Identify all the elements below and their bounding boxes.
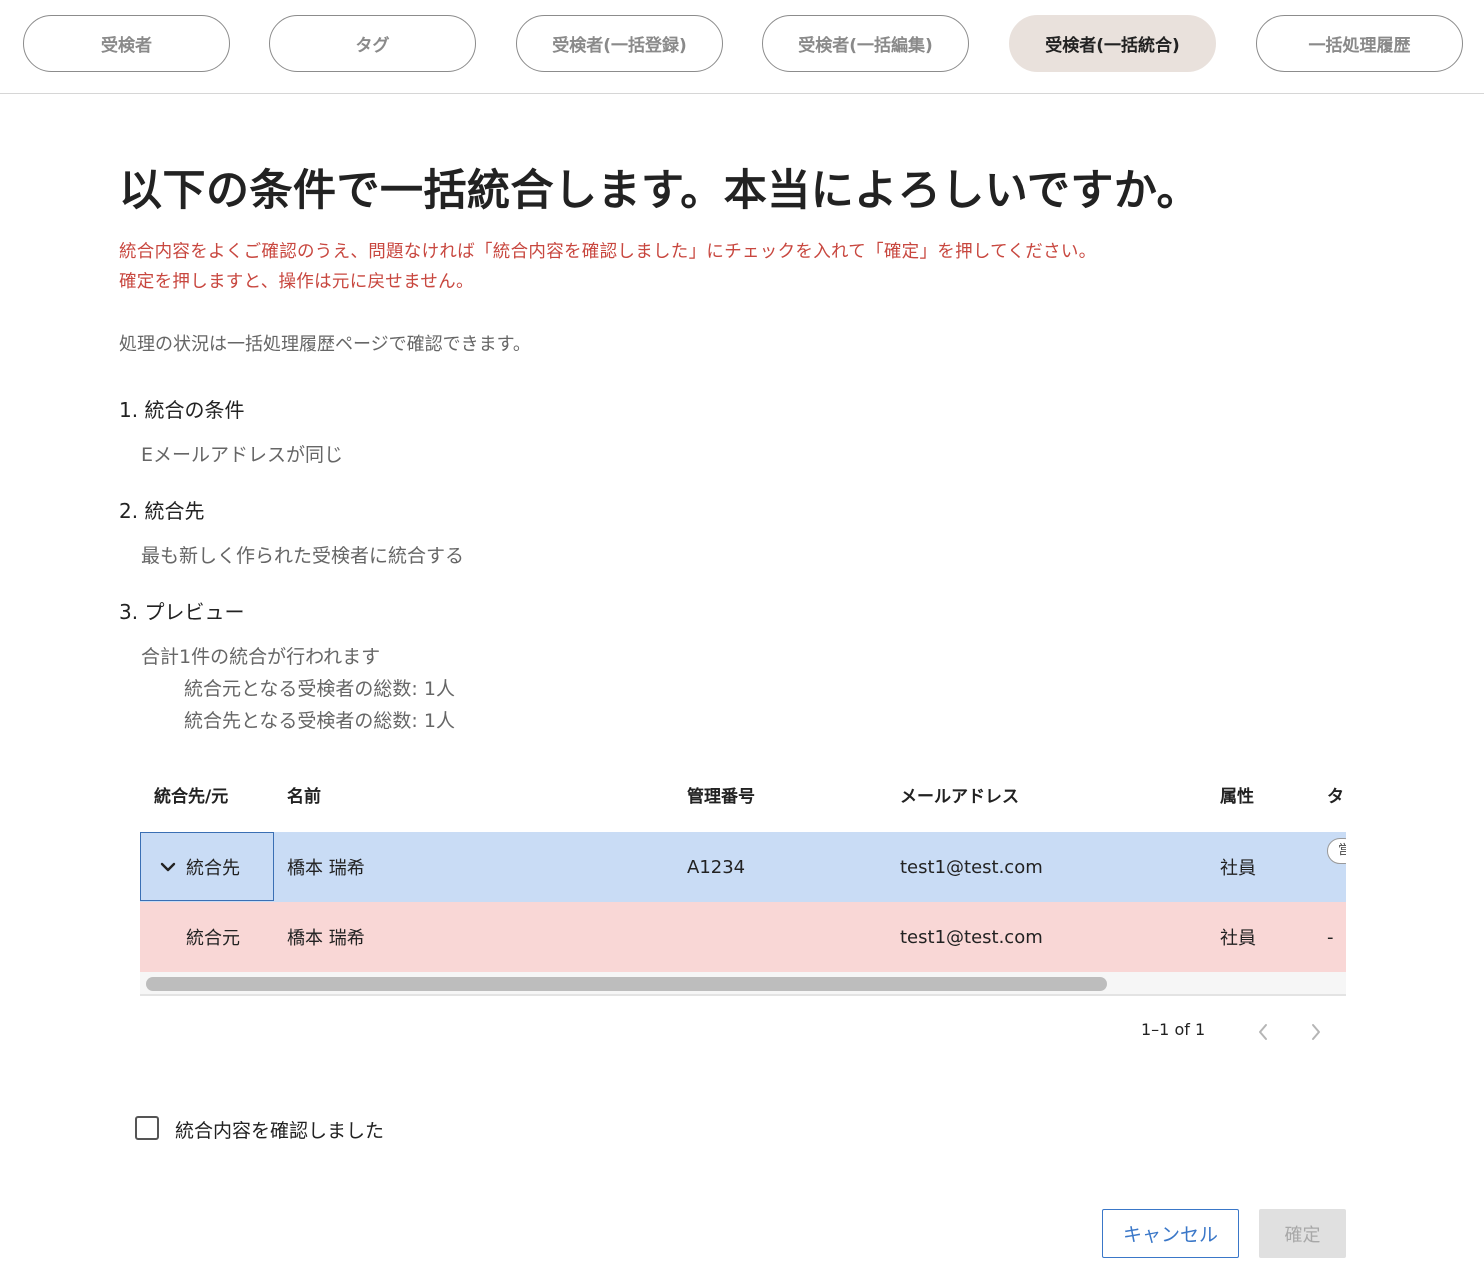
cell-role: 統合先 <box>186 858 240 879</box>
cell-email: test1@test.com <box>900 926 1043 948</box>
cell-tag: - <box>1327 926 1334 948</box>
confirm-checkbox-label[interactable]: 統合内容を確認しました <box>175 1116 384 1143</box>
table-row-source[interactable]: 統合元 橋本 瑞希 test1@test.com 社員 - <box>140 902 1346 972</box>
column-header-role[interactable]: 統合先/元 <box>154 782 228 807</box>
tag-chip: 営 <box>1327 838 1346 864</box>
tab-bulk-register[interactable]: 受検者(一括登録) <box>516 15 723 72</box>
cell-management-no: A1234 <box>687 856 746 878</box>
chevron-down-icon[interactable] <box>159 859 177 875</box>
cell-attribute: 社員 <box>1220 928 1256 949</box>
warning-text-line1: 統合内容をよくご確認のうえ、問題なければ「統合内容を確認しました」にチェックを入… <box>119 242 1097 262</box>
chevron-right-icon <box>1312 1024 1320 1040</box>
previous-page-button[interactable] <box>1252 1019 1274 1045</box>
section-condition-body: Eメールアドレスが同じ <box>141 444 344 466</box>
column-header-management-no[interactable]: 管理番号 <box>687 782 755 807</box>
tab-bulk-edit[interactable]: 受検者(一括編集) <box>762 15 969 72</box>
section-preview-heading: 3. プレビュー <box>119 600 245 624</box>
section-destination-body: 最も新しく作られた受検者に統合する <box>141 545 465 567</box>
preview-dest-total: 統合先となる受検者の総数: 1人 <box>184 710 455 732</box>
section-condition-heading: 1. 統合の条件 <box>119 398 245 422</box>
cancel-button[interactable]: キャンセル <box>1102 1209 1239 1258</box>
preview-source-total: 統合元となる受検者の総数: 1人 <box>184 678 455 700</box>
pagination-range: 1–1 of 1 <box>1141 1020 1206 1039</box>
column-header-name[interactable]: 名前 <box>287 782 321 807</box>
horizontal-scrollbar[interactable] <box>140 972 1346 996</box>
warning-text-line2: 確定を押しますと、操作は元に戻せません。 <box>119 272 474 292</box>
next-page-button[interactable] <box>1305 1019 1327 1045</box>
column-header-attribute[interactable]: 属性 <box>1220 782 1254 807</box>
cell-email: test1@test.com <box>900 856 1043 878</box>
confirm-button[interactable]: 確定 <box>1259 1209 1346 1258</box>
preview-table: 統合先/元 名前 管理番号 メールアドレス 属性 タ 統合先 橋本 瑞希 A12… <box>140 760 1346 998</box>
status-note: 処理の状況は一括処理履歴ページで確認できます。 <box>119 334 531 355</box>
preview-summary: 合計1件の統合が行われます <box>141 646 381 668</box>
cell-name: 橋本 瑞希 <box>287 858 365 879</box>
confirm-checkbox[interactable] <box>135 1116 159 1140</box>
tab-tags[interactable]: タグ <box>269 15 476 72</box>
tab-bar: 受検者 タグ 受検者(一括登録) 受検者(一括編集) 受検者(一括統合) 一括処… <box>0 0 1484 94</box>
tab-bulk-history[interactable]: 一括処理履歴 <box>1256 15 1463 72</box>
column-header-email[interactable]: メールアドレス <box>900 782 1019 807</box>
scrollbar-thumb[interactable] <box>146 977 1107 991</box>
chevron-left-icon <box>1259 1024 1267 1040</box>
column-header-tag[interactable]: タ <box>1327 782 1344 807</box>
page-title: 以下の条件で一括統合します。本当によろしいですか。 <box>119 166 1201 216</box>
cell-attribute: 社員 <box>1220 858 1256 879</box>
cell-role: 統合元 <box>186 928 240 949</box>
table-row-destination[interactable]: 統合先 橋本 瑞希 A1234 test1@test.com 社員 営 <box>140 832 1346 902</box>
tab-bulk-merge[interactable]: 受検者(一括統合) <box>1009 15 1216 72</box>
tab-examinees[interactable]: 受検者 <box>23 15 230 72</box>
cell-name: 橋本 瑞希 <box>287 928 365 949</box>
section-destination-heading: 2. 統合先 <box>119 499 205 523</box>
